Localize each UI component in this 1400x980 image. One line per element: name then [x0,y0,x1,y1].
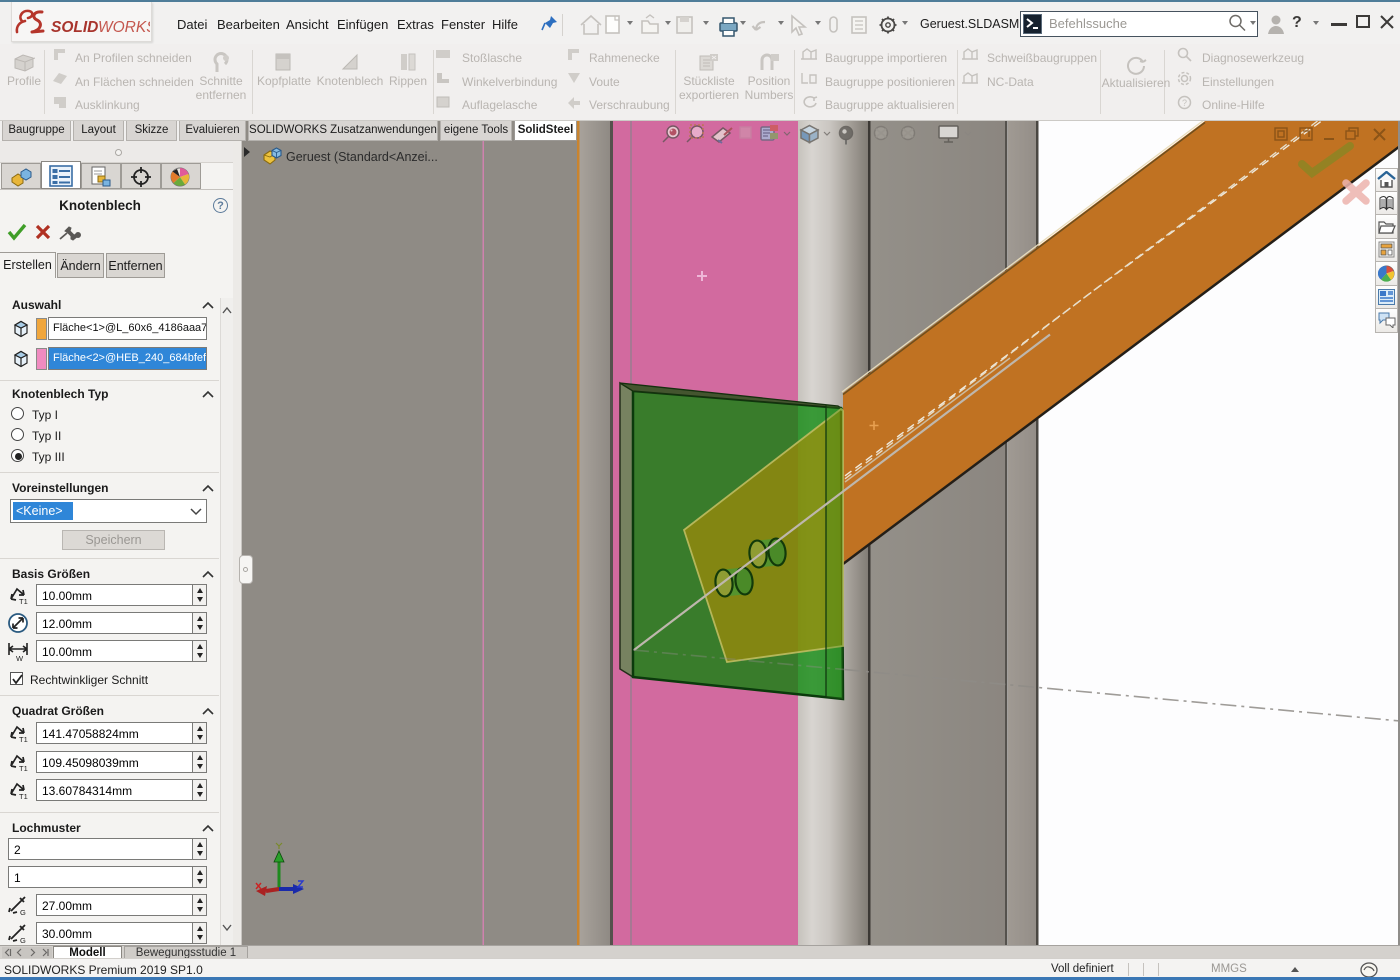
svg-text:WORKS: WORKS [98,19,150,36]
svg-text:W: W [16,654,24,662]
svg-text:T1: T1 [19,764,28,773]
svg-text:SOLID: SOLID [51,19,98,36]
svg-text:G: G [20,908,26,916]
svg-text:G: G [20,936,26,944]
svg-text:T1: T1 [19,597,28,606]
svg-text:?: ? [1182,98,1187,108]
svg-text:T1: T1 [19,792,28,801]
svg-text:T1: T1 [19,735,28,744]
